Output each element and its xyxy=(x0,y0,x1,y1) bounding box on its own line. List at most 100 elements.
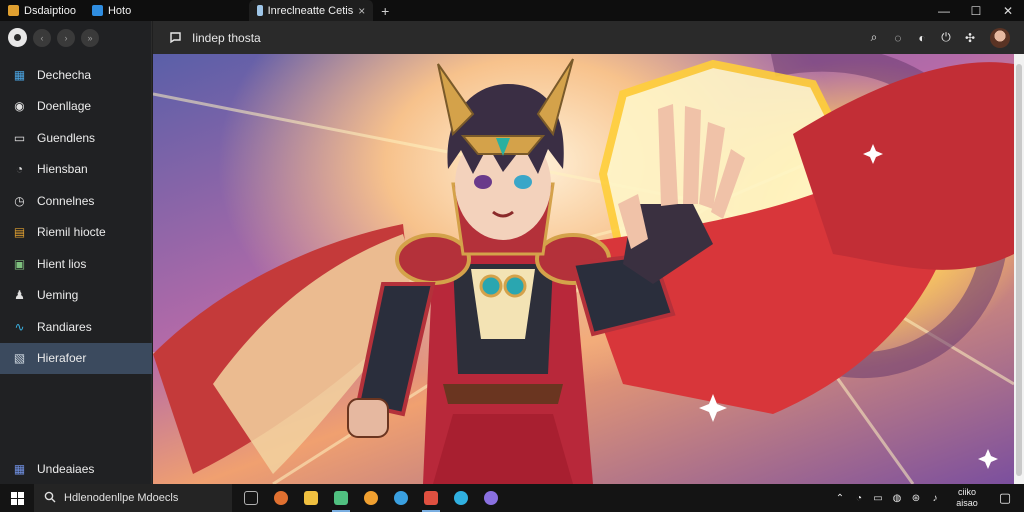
sidebar-item-label: Randiares xyxy=(37,319,92,334)
power-icon[interactable]: ⏻ xyxy=(938,30,954,46)
edge-icon xyxy=(454,491,468,505)
tab-title: Dsdaiptioo xyxy=(24,4,76,17)
scrollbar-thumb[interactable] xyxy=(1016,64,1022,476)
sidebar-item-label: Undeaiaes xyxy=(37,462,95,476)
clock-icon: ◷ xyxy=(14,193,25,208)
sidebar-item-8[interactable]: ♟ Ueming xyxy=(0,280,152,312)
person-icon: ♟ xyxy=(14,288,25,303)
new-tab-button[interactable]: + xyxy=(373,0,397,21)
clock-date: aisao xyxy=(956,498,978,508)
sidebar-list: ▦ Dechecha ◉ Doenllage ▭ Guendlens ◔ Hiensba… xyxy=(0,59,152,374)
search-text: Hdlenodenllpe Mdoecls xyxy=(64,492,179,504)
search-icon[interactable]: ⌕ xyxy=(866,30,882,46)
discord-app-button[interactable] xyxy=(478,484,504,512)
sidebar-item-5[interactable]: ◷ Connelnes xyxy=(0,185,152,217)
sidebar-item-3[interactable]: ▭ Guendlens xyxy=(0,122,152,154)
camera-icon[interactable]: ◐ xyxy=(914,30,930,46)
sidebar-item-label: Doenllage xyxy=(37,99,92,114)
apps-icon: ▦ xyxy=(13,462,26,476)
media-app-button[interactable] xyxy=(418,484,444,512)
sidebar-item-4[interactable]: ◔ Hiensban xyxy=(0,154,152,186)
scrollbar[interactable] xyxy=(1014,54,1024,484)
minimize-button[interactable]: — xyxy=(928,0,960,21)
browser-icon xyxy=(274,491,288,505)
sidebar-item-1[interactable]: ▦ Dechecha xyxy=(0,59,152,91)
folder-app-button[interactable] xyxy=(298,484,324,512)
tab-title: Inreclneatte Cetis xyxy=(267,4,354,17)
chat-bubble-icon xyxy=(167,30,183,46)
files-app-button[interactable] xyxy=(328,484,354,512)
title-bar: Dsdaiptioo Hoto Inreclneatte Cetis × + —… xyxy=(0,0,1024,21)
user-avatar[interactable] xyxy=(990,27,1010,48)
sidebar: ‹ › » ▦ Dechecha ◉ Doenllage ▭ Guendlens ◔ H… xyxy=(0,21,152,484)
image-icon: ▣ xyxy=(13,256,26,271)
sidebar-top: ‹ › » xyxy=(0,21,151,54)
window-controls: — ☐ ✕ xyxy=(928,0,1024,21)
browser-app-button[interactable] xyxy=(268,484,294,512)
volume-icon[interactable]: ♪ xyxy=(928,491,942,505)
chart-icon: ▦ xyxy=(13,67,26,82)
sidebar-item-label: Connelnes xyxy=(37,193,95,208)
sidebar-item-label: Riemil hiocte xyxy=(37,225,106,240)
taskview-button[interactable] xyxy=(238,484,264,512)
sidebar-item-7[interactable]: ▣ Hient lios xyxy=(0,248,152,280)
globe-icon xyxy=(394,491,408,505)
sidebar-item-label: Ueming xyxy=(37,288,79,303)
system-tray: ⌃ ◔ ▭ ◍ ⊛ ♪ ciiko aisao ▢ xyxy=(833,484,1024,512)
chat-icon: ◔ xyxy=(15,162,24,177)
clock-time: ciiko xyxy=(957,487,976,497)
folder-icon: ▤ xyxy=(13,225,26,240)
network-icon[interactable]: ◍ xyxy=(890,491,904,505)
sidebar-bottom-item[interactable]: ▦ Undeaiaes xyxy=(0,454,152,484)
sidebar-item-9[interactable]: ∿ Randiares xyxy=(0,311,152,343)
folder-icon xyxy=(304,491,318,505)
battery-icon[interactable]: ▭ xyxy=(871,491,885,505)
clock[interactable]: ciiko aisao xyxy=(947,487,987,509)
search-icon xyxy=(44,491,56,506)
forward-button[interactable]: › xyxy=(57,28,75,47)
sidebar-item-label: Hiensban xyxy=(37,162,88,177)
tab-title: Hoto xyxy=(107,4,132,17)
sidebar-item-label: Dechecha xyxy=(37,67,92,82)
user-circle-icon: ◉ xyxy=(14,99,25,114)
page-title: Iindep thosta xyxy=(192,30,261,45)
chevron-up-icon[interactable]: ⌃ xyxy=(833,491,847,505)
chat-icon[interactable]: ◌ xyxy=(890,30,906,46)
app-logo-icon xyxy=(8,5,19,16)
settings-icon[interactable]: ✣ xyxy=(962,30,978,46)
sidebar-item-2[interactable]: ◉ Doenllage xyxy=(0,91,152,123)
app-logo-icon xyxy=(91,5,103,16)
discord-icon xyxy=(484,491,498,505)
gallery-icon: ▧ xyxy=(13,351,26,366)
browser-tab-2[interactable]: Hoto xyxy=(84,0,139,21)
maximize-button[interactable]: ☐ xyxy=(960,0,992,21)
content-header: Iindep thosta ⌕ ◌ ◐ ⏻ ✣ xyxy=(153,21,1024,54)
media-icon xyxy=(424,491,438,505)
sidebar-item-label: Hient lios xyxy=(37,256,87,271)
sidebar-item-6[interactable]: ▤ Riemil hiocte xyxy=(0,217,152,249)
start-button[interactable] xyxy=(0,484,34,512)
link-icon: ∿ xyxy=(14,319,25,334)
bluetooth-icon[interactable]: ⊛ xyxy=(909,491,923,505)
taskview-icon xyxy=(244,491,258,505)
taskbar: Hdlenodenllpe Mdoecls ⌃ ◔ ▭ ◍ ⊛ ♪ ciiko … xyxy=(0,484,1024,512)
globe-app-button[interactable] xyxy=(388,484,414,512)
artwork-image xyxy=(153,54,1014,484)
mail-app-button[interactable] xyxy=(358,484,384,512)
taskbar-search[interactable]: Hdlenodenllpe Mdoecls xyxy=(34,484,232,512)
notification-icon[interactable]: ▢ xyxy=(992,484,1018,512)
close-tab-icon[interactable]: × xyxy=(358,4,365,18)
browser-tab-active[interactable]: Inreclneatte Cetis × xyxy=(249,0,374,21)
files-icon xyxy=(334,491,348,505)
close-window-button[interactable]: ✕ xyxy=(992,0,1024,21)
sidebar-item-10-active[interactable]: ▧ Hierafoer xyxy=(0,342,152,374)
browser-tab-1[interactable]: Dsdaiptioo xyxy=(0,0,84,21)
profile-avatar[interactable] xyxy=(8,28,27,47)
sidebar-item-label: Guendlens xyxy=(37,130,96,145)
cloud-icon[interactable]: ◔ xyxy=(852,491,866,505)
header-actions: ⌕ ◌ ◐ ⏻ ✣ xyxy=(866,27,1024,48)
back-button[interactable]: ‹ xyxy=(33,28,51,47)
edge-app-button[interactable] xyxy=(448,484,474,512)
more-nav-button[interactable]: » xyxy=(81,28,99,47)
taskbar-apps xyxy=(238,484,504,512)
